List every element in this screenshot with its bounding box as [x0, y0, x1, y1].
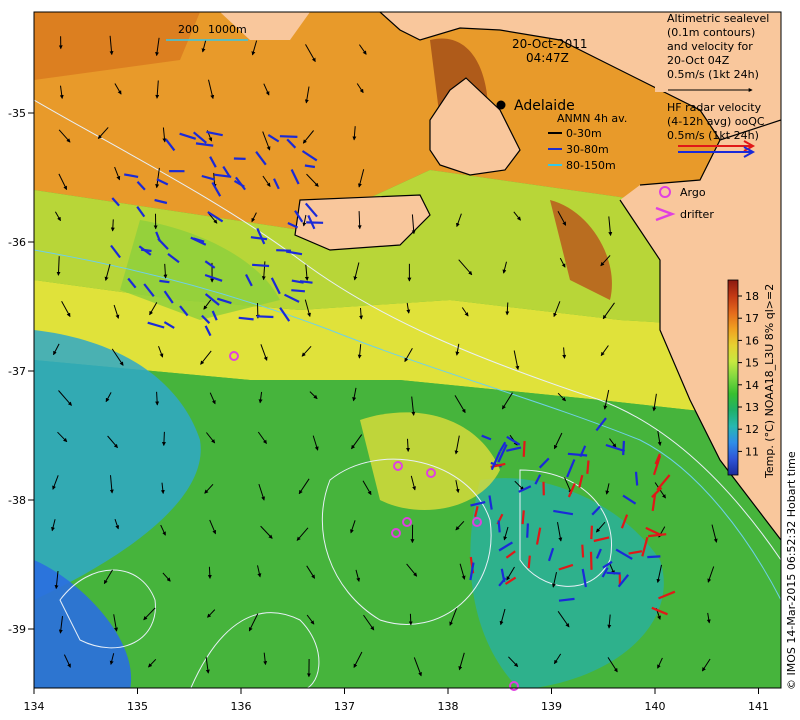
credit-text: © IMOS 14-Mar-2015 06:52:32 Hobart time	[785, 451, 798, 690]
hf-radar-vector	[590, 525, 593, 540]
colorbar-tick-label: 15	[745, 357, 759, 370]
hf-radar-vector	[634, 471, 639, 486]
x-tick-label: 141	[748, 700, 769, 713]
altimetry-line-3: and velocity for	[667, 40, 753, 53]
altimetry-vector	[155, 391, 160, 406]
colorbar-tick-label: 12	[745, 423, 759, 436]
anmn-title: ANMN 4h av.	[557, 112, 627, 125]
y-tick-label: -37	[8, 365, 26, 378]
hf-line-1: HF radar velocity	[667, 101, 762, 114]
sea-surface-temperature-map: Adelaide 20-Oct-2011 04:47Z 200 1000m Al…	[8, 11, 798, 713]
drifter-legend-label: drifter	[680, 208, 714, 221]
altimetry-line-1: Altimetric sealevel	[667, 12, 769, 25]
y-tick-label: -38	[8, 494, 26, 507]
hf-radar-vector	[276, 249, 292, 252]
hf-radar-vector	[647, 555, 661, 559]
hf-radar-vector	[497, 520, 501, 533]
hf-radar-vector	[279, 135, 298, 138]
altimetry-vector	[406, 438, 411, 452]
y-tick-label: -35	[8, 107, 26, 120]
hf-radar-vector	[527, 555, 531, 569]
y-tick-label: -39	[8, 623, 26, 636]
colorbar-tick-label: 16	[745, 334, 759, 347]
map-date: 20-Oct-2011	[512, 37, 588, 51]
hf-radar-vector	[256, 315, 274, 319]
depth-label: 1000m	[208, 23, 247, 36]
colorbar-tick-label: 17	[745, 312, 759, 325]
altimetry-vector	[505, 302, 510, 316]
colorbar-tick-label: 14	[745, 379, 759, 392]
map-time: 04:47Z	[526, 51, 569, 65]
anmn-label-80-150: 80-150m	[566, 159, 616, 172]
colorbar-tick-label: 11	[745, 445, 759, 458]
x-tick-label: 135	[127, 700, 148, 713]
argo-legend-label: Argo	[680, 186, 706, 199]
hf-radar-vector	[589, 551, 593, 570]
x-tick-label: 139	[541, 700, 562, 713]
x-tick-label: 137	[334, 700, 355, 713]
colorbar-tick-label: 18	[745, 290, 759, 303]
colorbar-bar	[727, 279, 739, 476]
x-tick-label: 134	[24, 700, 45, 713]
altimetry-vector	[110, 219, 115, 232]
altimetry-vector	[408, 613, 413, 626]
hf-radar-vector	[521, 510, 525, 525]
hf-radar-vector	[252, 263, 270, 268]
altimetry-vector	[161, 431, 166, 447]
hf-radar-vector	[291, 289, 305, 293]
altimetry-line-4: 20-Oct 04Z	[667, 54, 730, 67]
scale-label: 200	[178, 23, 199, 36]
anmn-label-30-80: 30-80m	[566, 143, 609, 156]
hf-radar-vector	[606, 571, 621, 575]
hf-radar-vector	[526, 523, 529, 538]
hf-radar-vector	[586, 460, 590, 474]
hf-radar-vector	[140, 248, 152, 253]
y-axis-ticks: -35 -36 -37 -38 -39	[8, 107, 34, 636]
x-tick-label: 138	[438, 700, 459, 713]
altimetry-line-2: (0.1m contours)	[667, 26, 755, 39]
x-axis-ticks: 134 135 136 137 138 139 140 141	[24, 688, 769, 713]
hf-line-2: (4-12h avg) ooQC	[667, 115, 765, 128]
colorbar-label: Temp. (°C) NOAA18_L3U 8% ql>=2	[763, 284, 776, 479]
hf-line-3: 0.5m/s (1kt 24h)	[667, 129, 759, 142]
hf-radar-vector	[622, 440, 625, 456]
x-tick-label: 140	[645, 700, 666, 713]
hf-radar-vector	[304, 164, 316, 169]
anmn-label-0-30: 0-30m	[566, 127, 602, 140]
colorbar-tick-label: 13	[745, 401, 759, 414]
altimetry-line-5: 0.5m/s (1kt 24h)	[667, 68, 759, 81]
altimetry-vector	[207, 566, 212, 579]
altimetry-vector	[357, 211, 362, 230]
hf-radar-vector	[159, 279, 170, 284]
hf-radar-vector	[522, 440, 526, 457]
altimetry-legend: Altimetric sealevel (0.1m contours) and …	[655, 12, 781, 92]
x-tick-label: 136	[231, 700, 252, 713]
hf-radar-vector	[581, 544, 585, 558]
y-tick-label: -36	[8, 236, 26, 249]
adelaide-marker	[496, 100, 506, 110]
